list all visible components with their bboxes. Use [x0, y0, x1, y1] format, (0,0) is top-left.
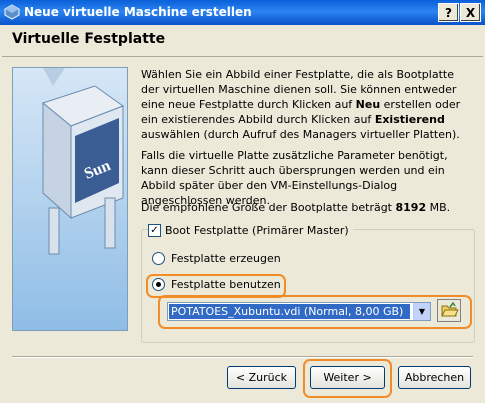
intro-paragraph-1: Wählen Sie ein Abbild einer Festplatte, … — [141, 68, 461, 141]
back-button[interactable]: < Zurück — [227, 366, 296, 389]
footer-separator — [12, 356, 473, 358]
virtualbox-cube-image: Sun — [41, 68, 125, 255]
intro-paragraph-2: Falls die virtuelle Platte zusätzliche P… — [141, 149, 448, 207]
radio-icon — [152, 252, 165, 265]
help-button[interactable]: ? — [438, 3, 459, 22]
virtualbox-icon — [4, 4, 20, 20]
page-title: Virtuelle Festplatte — [12, 31, 166, 47]
boot-disk-label: Boot Festplatte (Primärer Master) — [165, 224, 349, 237]
title-bar: Neue virtuelle Maschine erstellen ? X — [0, 0, 485, 25]
checkbox-checked-icon: ✓ — [148, 224, 161, 237]
boot-disk-checkbox[interactable]: ✓ Boot Festplatte (Primärer Master) — [148, 224, 353, 237]
close-button[interactable]: X — [460, 3, 481, 22]
highlight-disk-select — [158, 295, 472, 329]
wizard-side-image: Sun — [12, 67, 128, 331]
highlight-next — [303, 359, 392, 398]
window-title: Neue virtuelle Maschine erstellen — [24, 5, 252, 19]
create-disk-radio[interactable]: Festplatte erzeugen — [152, 252, 281, 265]
create-disk-label: Festplatte erzeugen — [171, 252, 281, 265]
recommended-size-text: Die empfohlene Größe der Bootplatte betr… — [141, 201, 451, 214]
page-header: Virtuelle Festplatte — [2, 25, 483, 57]
cancel-button[interactable]: Abbrechen — [398, 366, 471, 389]
